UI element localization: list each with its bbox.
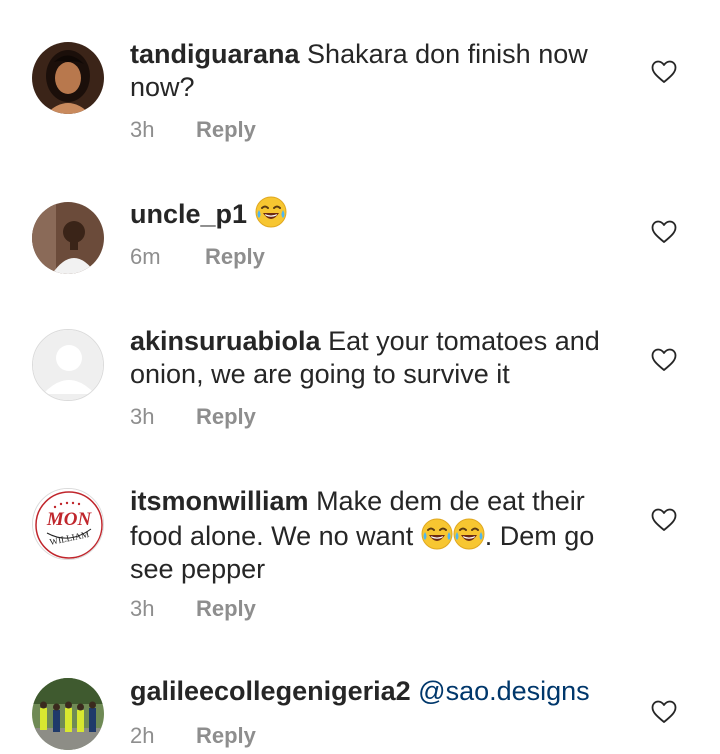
comment-text: tandiguarana Shakara don finish now now? [130, 38, 620, 104]
reply-button[interactable]: Reply [205, 244, 265, 270]
avatar[interactable]: MON WILLIAM [32, 488, 104, 560]
timestamp: 3h [130, 117, 155, 142]
reply-button[interactable]: Reply [196, 117, 256, 143]
mention-link[interactable]: @sao.designs [418, 676, 590, 706]
timestamp: 3h [130, 404, 155, 429]
face-with-tears-of-joy-icon [421, 518, 453, 550]
face-with-tears-of-joy-icon [453, 518, 485, 550]
heart-outline-icon[interactable] [651, 700, 677, 724]
heart-outline-icon[interactable] [651, 348, 677, 372]
face-with-tears-of-joy-icon [255, 196, 287, 228]
logo-text-top: MON [46, 509, 93, 530]
username[interactable]: galileecollegenigeria2 [130, 676, 411, 706]
comment-meta: 3h Reply [130, 596, 256, 622]
comment-text: itsmonwilliam Make dem de eat their food… [130, 485, 620, 586]
timestamp: 3h [130, 596, 155, 621]
reply-button[interactable]: Reply [196, 723, 256, 749]
avatar[interactable] [32, 42, 104, 114]
comment-meta: 3h Reply [130, 404, 256, 430]
comment-meta: 3h Reply [130, 117, 256, 143]
username[interactable]: uncle_p1 [130, 199, 247, 229]
comment-text: galileecollegenigeria2 @sao.designs [130, 675, 620, 708]
avatar[interactable] [32, 678, 104, 750]
comment-text: akinsuruabiola Eat your tomatoes and oni… [130, 325, 620, 391]
username[interactable]: tandiguarana [130, 39, 300, 69]
reply-button[interactable]: Reply [196, 404, 256, 430]
heart-outline-icon[interactable] [651, 60, 677, 84]
comment-meta: 2h Reply [130, 723, 256, 749]
username[interactable]: itsmonwilliam [130, 486, 309, 516]
comment-meta: 6m Reply [130, 244, 265, 270]
heart-outline-icon[interactable] [651, 508, 677, 532]
timestamp: 6m [130, 244, 161, 269]
heart-outline-icon[interactable] [651, 220, 677, 244]
avatar[interactable] [32, 202, 104, 274]
comment-text: uncle_p1 [130, 196, 620, 231]
timestamp: 2h [130, 723, 155, 748]
avatar[interactable] [32, 329, 104, 401]
reply-button[interactable]: Reply [196, 596, 256, 622]
username[interactable]: akinsuruabiola [130, 326, 321, 356]
